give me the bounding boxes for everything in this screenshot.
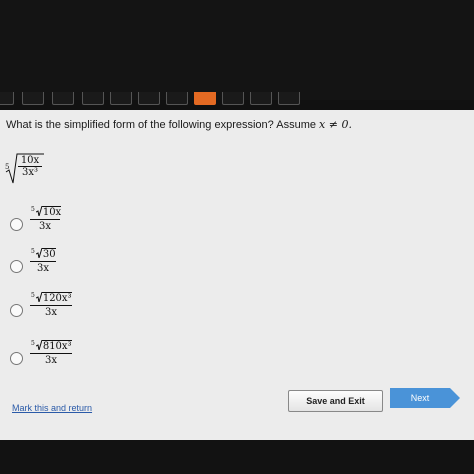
question-nav-item[interactable] (52, 92, 74, 105)
option-3-denominator: 3x (44, 307, 57, 318)
option-2-index: 5 (31, 248, 35, 255)
option-1-radio[interactable] (10, 218, 23, 231)
save-and-exit-button[interactable]: Save and Exit (288, 390, 383, 412)
question-nav-item[interactable] (138, 92, 160, 105)
option-2-answer: 5 30 3x (30, 248, 56, 274)
option-1-radicand: 10x (41, 206, 62, 218)
option-3-answer: 5 120x³ 3x (30, 292, 72, 318)
mark-and-return-link[interactable]: Mark this and return (12, 403, 92, 413)
question-prompt: What is the simplified form of the follo… (6, 118, 352, 131)
option-3-radicand: 120x³ (41, 292, 72, 304)
question-nav-item[interactable] (82, 92, 104, 105)
expression-denominator: 3x³ (21, 167, 38, 178)
question-nav-item[interactable] (166, 92, 188, 105)
option-2-radio[interactable] (10, 260, 23, 273)
option-2-radicand: 30 (41, 248, 56, 260)
option-4-denominator: 3x (44, 355, 57, 366)
option-4-radicand: 810x³ (41, 340, 72, 352)
option-2-denominator: 3x (36, 263, 49, 274)
dark-footer (0, 440, 474, 474)
radical-index: 5 (5, 163, 10, 171)
expression-fraction: 10x 3x³ (18, 155, 42, 178)
question-expression: 5 10x 3x³ (4, 150, 44, 186)
question-nav-item[interactable] (278, 92, 300, 105)
question-nav-item[interactable] (0, 92, 14, 105)
prompt-text: What is the simplified form of the follo… (6, 119, 316, 131)
option-1-denominator: 3x (38, 221, 51, 232)
question-nav-item-current[interactable] (194, 92, 216, 105)
question-nav-item[interactable] (110, 92, 132, 105)
question-navigator (0, 92, 474, 110)
option-1-index: 5 (31, 206, 35, 213)
question-nav-item[interactable] (250, 92, 272, 105)
option-4-radio[interactable] (10, 352, 23, 365)
option-3-index: 5 (31, 292, 35, 299)
prompt-condition: x ≠ 0. (319, 118, 352, 131)
dark-header (0, 0, 474, 100)
question-nav-item[interactable] (222, 92, 244, 105)
option-4-answer: 5 810x³ 3x (30, 340, 72, 366)
question-panel: What is the simplified form of the follo… (0, 110, 474, 440)
question-nav-item[interactable] (22, 92, 44, 105)
option-4-index: 5 (31, 340, 35, 347)
next-button[interactable]: Next (390, 388, 460, 408)
option-1-answer: 5 10x 3x (30, 206, 62, 232)
expression-numerator: 10x (18, 155, 42, 167)
option-3-radio[interactable] (10, 304, 23, 317)
